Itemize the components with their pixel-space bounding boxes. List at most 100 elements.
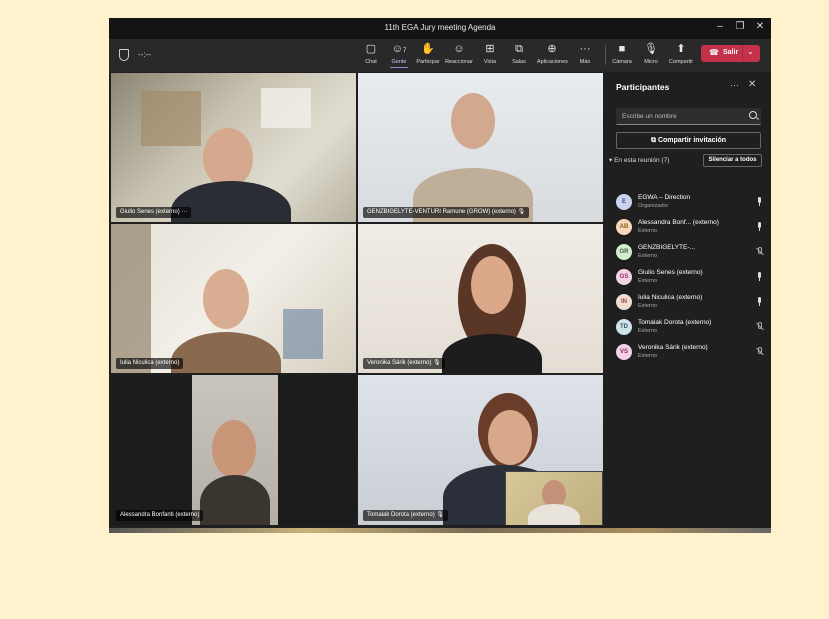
participant-row[interactable]: AB Alessandra Bonf... (externo) Externo <box>616 217 766 239</box>
rooms-label: Salas <box>512 59 526 65</box>
react-button[interactable]: ☺ Reaccionar <box>444 42 474 65</box>
self-view-tile[interactable] <box>505 471 603 525</box>
chevron-down-icon[interactable]: ⌄ <box>747 47 754 56</box>
raise-hand-button[interactable]: ✋ Participar <box>413 42 443 65</box>
participant-head <box>488 410 532 465</box>
participant-search <box>616 108 761 125</box>
mic-on-icon <box>756 272 764 282</box>
participant-name: Alessandra Bonf... (externo) <box>638 219 719 226</box>
video-feed <box>192 375 278 525</box>
participant-row[interactable]: GS Giulio Senes (externo) Externo <box>616 267 766 289</box>
participant-role: Externo <box>638 353 657 359</box>
restore-button[interactable]: ❐ <box>731 21 749 32</box>
video-name-label: Alessandra Bonfanti (externo) <box>116 510 204 521</box>
share-button[interactable]: ⬆ Compartir <box>666 42 696 65</box>
bookshelf <box>111 224 151 373</box>
avatar: IN <box>616 294 632 310</box>
emoji-icon: ☺ <box>453 43 465 55</box>
apps-button[interactable]: ⊕ Aplicaciones <box>537 42 568 65</box>
camera-button[interactable]: ■ Cámara <box>607 42 637 65</box>
taskbar-strip <box>109 528 771 533</box>
participant-role: Externo <box>638 253 657 259</box>
participant-row[interactable]: VS Veronika Sárik (externo) Externo <box>616 342 766 364</box>
video-feed <box>358 73 603 222</box>
video-tile-alessandra[interactable]: Alessandra Bonfanti (externo) <box>111 375 356 525</box>
mic-off-icon <box>756 247 764 257</box>
video-tile-tomalak[interactable]: Tomalak Dorota (externo) 🎙 <box>358 375 603 525</box>
video-tile-veronika[interactable]: Veronika Sárik (externo) 🎙 <box>358 224 603 373</box>
people-button[interactable]: ☺7 Gente <box>384 42 414 68</box>
apps-label: Aplicaciones <box>537 59 568 65</box>
participant-head <box>203 269 249 329</box>
wall-picture <box>283 309 323 359</box>
video-tile-iulia[interactable]: Iulia Niculica (externo) <box>111 224 356 373</box>
participant-head <box>212 420 256 478</box>
meeting-timer: --:-- <box>138 50 151 59</box>
mic-button[interactable]: 🎙 Micro <box>636 42 666 65</box>
mute-all-button[interactable]: Silenciar a todos <box>703 154 762 167</box>
minimize-button[interactable]: – <box>711 21 729 32</box>
hangup-icon: ☎ <box>709 48 719 57</box>
more-icon: ··· <box>579 43 591 55</box>
video-name-label: Veronika Sárik (externo) 🎙 <box>363 358 445 369</box>
video-tile-genzbigelyte[interactable]: GENZBIGELYTE-VENTURI Ramune (GROW) (exte… <box>358 73 603 222</box>
participant-head <box>451 93 495 149</box>
leave-divider <box>742 45 743 62</box>
participant-role: Externo <box>638 303 657 309</box>
participant-body <box>200 475 270 525</box>
mic-on-icon <box>756 297 764 307</box>
share-label: Compartir <box>668 59 694 65</box>
share-invite-label: Compartir invitación <box>657 137 727 144</box>
people-icon: ☺7 <box>391 43 407 55</box>
participant-row[interactable]: E EGWA – Direction Organizador <box>616 192 766 214</box>
video-tile-giulio[interactable]: Giulio Senes (externo) ··· <box>111 73 356 222</box>
participant-name: Tomalak Dorota (externo) <box>638 319 712 326</box>
mic-on-icon <box>756 197 764 207</box>
participant-role: Organizador <box>638 203 669 209</box>
corkboard <box>141 91 201 146</box>
search-icon[interactable] <box>749 111 757 119</box>
rooms-icon: ⧉ <box>515 43 523 55</box>
avatar: GR <box>616 244 632 260</box>
video-name-label: GENZBIGELYTE-VENTURI Ramune (GROW) (exte… <box>363 207 530 218</box>
section-label: En esta reunión (7) <box>614 157 670 164</box>
chat-icon: ▢ <box>365 43 377 55</box>
share-icon: ⬆ <box>676 43 686 55</box>
participant-row[interactable]: GR GENZBIGELYTE-... Externo <box>616 242 766 264</box>
participant-head <box>203 128 253 188</box>
title-bar: 11th EGA Jury meeting Agenda – ❐ ✕ <box>109 18 771 39</box>
camera-icon: ■ <box>618 43 626 55</box>
people-label: Gente <box>391 59 407 65</box>
panel-close-button[interactable]: ✕ <box>748 79 756 90</box>
camera-label: Cámara <box>612 59 632 65</box>
calendar <box>261 88 311 128</box>
share-invite-button[interactable]: ⧉ Compartir invitación <box>616 132 761 149</box>
mic-off-icon <box>756 322 764 332</box>
participant-search-input[interactable] <box>616 108 754 124</box>
video-feed <box>358 224 603 373</box>
video-name-label: Tomalak Dorota (externo) 🎙 <box>363 510 448 521</box>
participant-row[interactable]: IN Iulia Niculica (externo) Externo <box>616 292 766 314</box>
participant-name: GENZBIGELYTE-... <box>638 244 695 251</box>
chat-label: Chat <box>365 59 377 65</box>
participant-role: Externo <box>638 328 657 334</box>
more-label: Más <box>579 59 591 65</box>
chat-button[interactable]: ▢ Chat <box>356 42 386 65</box>
participant-row[interactable]: TD Tomalak Dorota (externo) Externo <box>616 317 766 339</box>
avatar: VS <box>616 344 632 360</box>
in-meeting-section-toggle[interactable]: ▾ En esta reunión (7) <box>609 156 669 164</box>
more-button[interactable]: ··· Más <box>570 42 600 65</box>
panel-title: Participantes <box>616 82 670 92</box>
avatar: GS <box>616 269 632 285</box>
rooms-button[interactable]: ⧉ Salas <box>504 42 534 65</box>
participant-body <box>442 334 542 373</box>
panel-more-button[interactable]: ··· <box>730 80 739 90</box>
close-window-button[interactable]: ✕ <box>751 21 769 32</box>
leave-button[interactable]: ☎ Salir ⌄ <box>701 45 760 62</box>
view-button[interactable]: ⊞ Vista <box>475 42 505 65</box>
participant-name: EGWA – Direction <box>638 194 691 201</box>
video-name-label: Giulio Senes (externo) ··· <box>116 207 192 218</box>
apps-icon: ⊕ <box>547 43 557 55</box>
participant-name: Iulia Niculica (externo) <box>638 294 703 301</box>
shield-icon <box>119 49 129 61</box>
